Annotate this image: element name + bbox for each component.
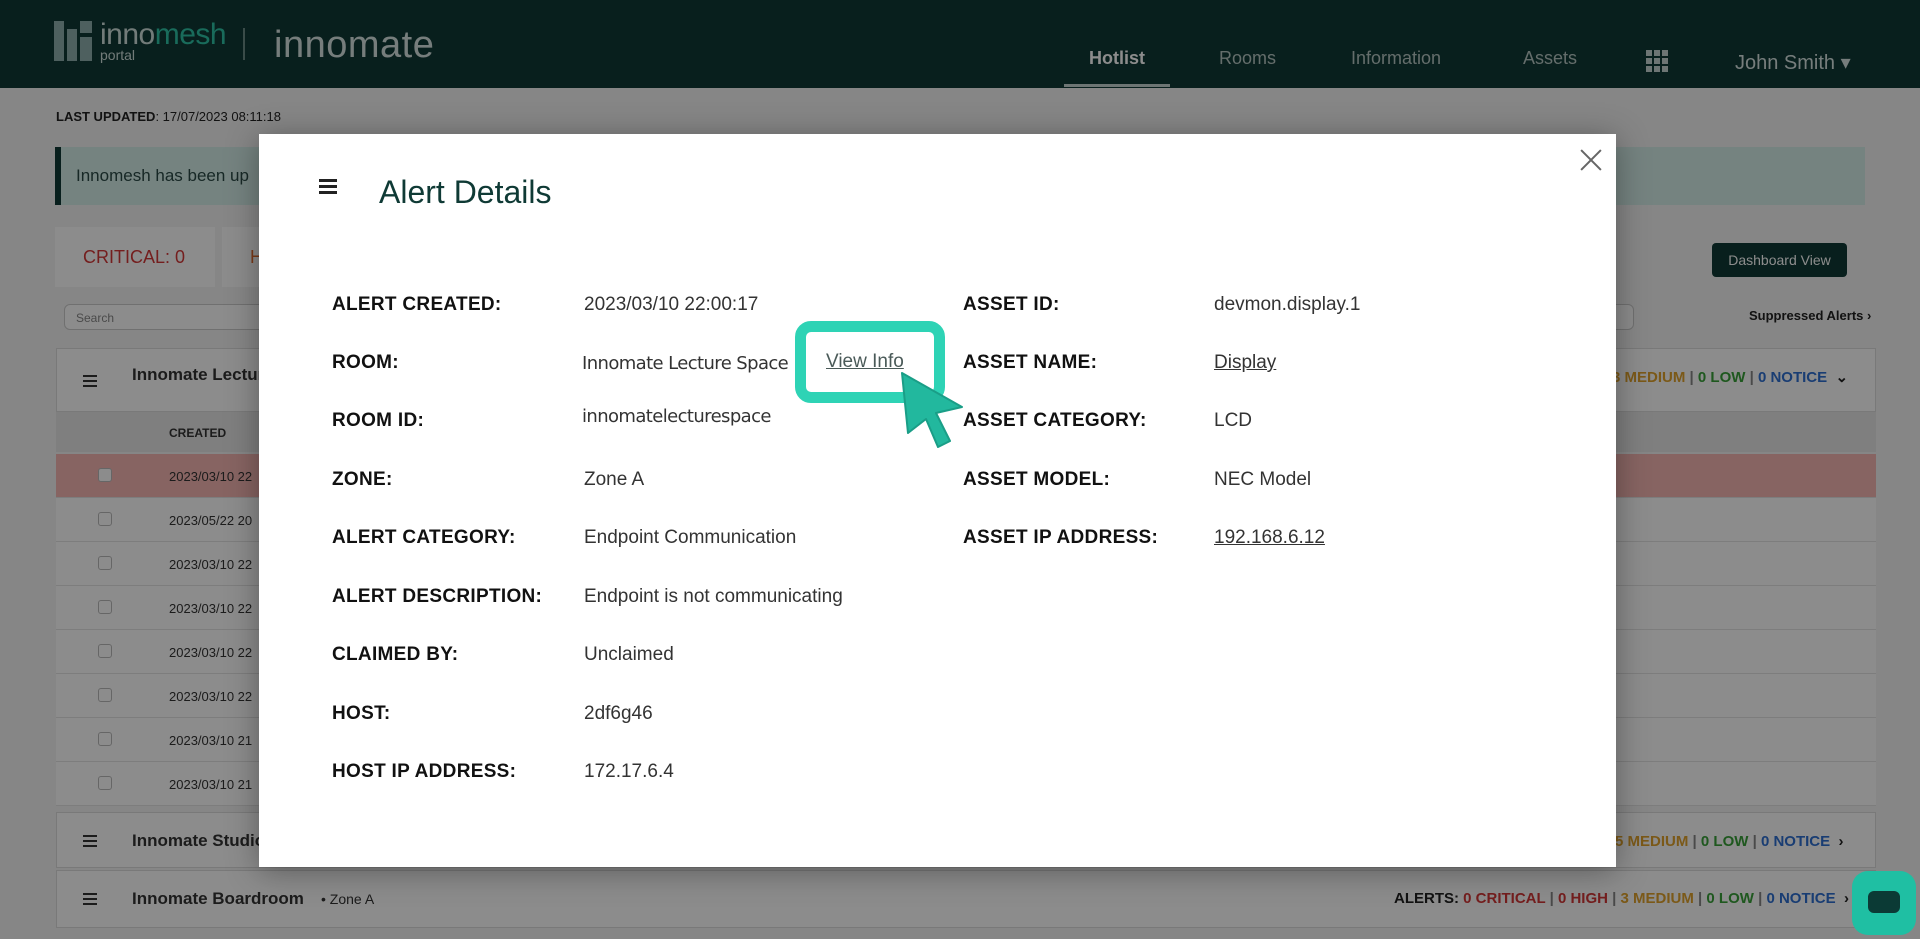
asset-id-value: devmon.display.1 xyxy=(1214,294,1361,315)
alert-category-label: ALERT CATEGORY: xyxy=(332,527,516,548)
room-value: Innomate Lecture Space xyxy=(582,353,789,374)
alert-category-value: Endpoint Communication xyxy=(584,527,797,548)
host-ip-label: HOST IP ADDRESS: xyxy=(332,761,517,782)
asset-ip-link[interactable]: 192.168.6.12 xyxy=(1214,527,1325,549)
zone-value: Zone A xyxy=(584,469,645,490)
claimed-by-label: CLAIMED BY: xyxy=(332,644,459,665)
zone-label: ZONE: xyxy=(332,469,393,490)
asset-ip-label: ASSET IP ADDRESS: xyxy=(963,527,1159,548)
chat-launcher-button[interactable] xyxy=(1852,871,1916,935)
alert-created-label: ALERT CREATED: xyxy=(332,294,502,315)
asset-name-label: ASSET NAME: xyxy=(963,352,1098,373)
alert-created-value: 2023/03/10 22:00:17 xyxy=(584,294,759,315)
host-ip-value: 172.17.6.4 xyxy=(584,761,674,782)
asset-name-link[interactable]: Display xyxy=(1214,352,1276,374)
modal-menu-icon[interactable] xyxy=(319,179,337,195)
modal-title: Alert Details xyxy=(379,174,552,210)
host-value: 2df6g46 xyxy=(584,703,653,724)
alert-description-value: Endpoint is not communicating xyxy=(584,586,843,607)
room-label: ROOM: xyxy=(332,352,399,373)
asset-model-label: ASSET MODEL: xyxy=(963,469,1111,490)
asset-category-label: ASSET CATEGORY: xyxy=(963,410,1147,431)
room-id-value: innomatelecturespace xyxy=(582,406,771,427)
cursor-pointer-icon xyxy=(901,372,963,448)
room-id-label: ROOM ID: xyxy=(332,410,425,431)
close-icon[interactable] xyxy=(1577,146,1605,174)
asset-model-value: NEC Model xyxy=(1214,469,1312,490)
chat-bubble-icon xyxy=(1868,891,1900,913)
host-label: HOST: xyxy=(332,703,391,724)
asset-id-label: ASSET ID: xyxy=(963,294,1060,315)
asset-category-value: LCD xyxy=(1214,410,1253,431)
alert-details-modal: Alert Details ALERT CREATED: 2023/03/10 … xyxy=(259,134,1616,867)
claimed-by-value: Unclaimed xyxy=(584,644,674,665)
alert-description-label: ALERT DESCRIPTION: xyxy=(332,586,543,607)
